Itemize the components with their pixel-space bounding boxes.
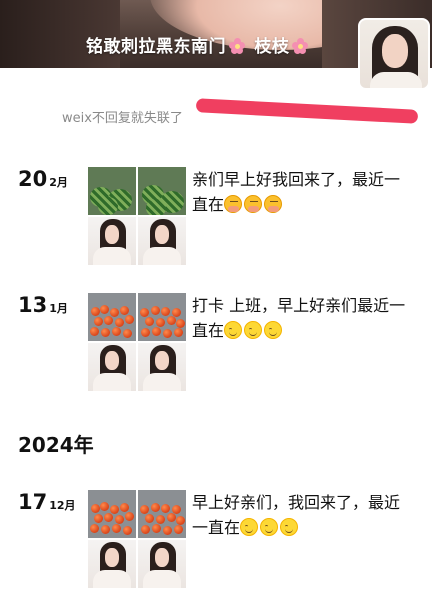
smiling-face-icon: [260, 518, 279, 536]
smiling-face-icon: [244, 321, 263, 339]
post-date: 13 1月: [18, 293, 68, 317]
selfie-image[interactable]: [88, 540, 136, 588]
shushing-face-icon: [264, 195, 283, 213]
cherry-blossom-icon: [292, 38, 309, 54]
post-image-grid[interactable]: [88, 293, 186, 391]
watermelons-image[interactable]: [88, 167, 136, 215]
profile-name-suffix: 枝枝: [254, 37, 290, 57]
selfie-image[interactable]: [88, 343, 136, 391]
selfie-image[interactable]: [138, 540, 186, 588]
selfie-image[interactable]: [138, 217, 186, 265]
post-text[interactable]: 打卡 上班，早上好亲们最近一直在: [192, 293, 414, 343]
post-day: 20: [18, 167, 48, 191]
post-body: 亲们早上好我回来了，最近一直在: [192, 170, 401, 214]
redaction-mark: [195, 98, 419, 124]
year-divider: 2024年: [18, 433, 94, 457]
tomatoes-image[interactable]: [88, 490, 136, 538]
selfie-image[interactable]: [138, 343, 186, 391]
post-image-grid[interactable]: [88, 490, 186, 588]
shushing-face-icon: [244, 195, 263, 213]
shushing-face-icon: [224, 195, 243, 213]
post-date: 17 12月: [18, 490, 76, 514]
post-text[interactable]: 早上好亲们，我回来了，最近一直在: [192, 490, 414, 540]
tomatoes-image[interactable]: [138, 293, 186, 341]
profile-name-text: 铭敢刺拉黑东南门: [86, 37, 226, 57]
profile-name: 铭敢刺拉黑东南门 枝枝: [86, 32, 311, 57]
smiling-face-icon: [264, 321, 283, 339]
cherry-blossom-icon: [229, 38, 245, 54]
watermelons-image[interactable]: [138, 167, 186, 215]
post-date: 20 2月: [18, 167, 68, 191]
post-text[interactable]: 亲们早上好我回来了，最近一直在: [192, 167, 414, 217]
smiling-face-icon: [224, 321, 243, 339]
selfie-image[interactable]: [88, 217, 136, 265]
post-day: 17: [18, 490, 48, 514]
tomatoes-image[interactable]: [138, 490, 186, 538]
post-image-grid[interactable]: [88, 167, 186, 265]
post-month: 2月: [49, 176, 68, 189]
profile-signature: weix不回复就失联了: [62, 111, 183, 126]
smiling-face-icon: [280, 518, 299, 536]
post-month: 1月: [49, 302, 68, 315]
tomatoes-image[interactable]: [88, 293, 136, 341]
avatar[interactable]: [358, 18, 430, 90]
post-day: 13: [18, 293, 48, 317]
smiling-face-icon: [240, 518, 259, 536]
post-month: 12月: [49, 499, 76, 512]
